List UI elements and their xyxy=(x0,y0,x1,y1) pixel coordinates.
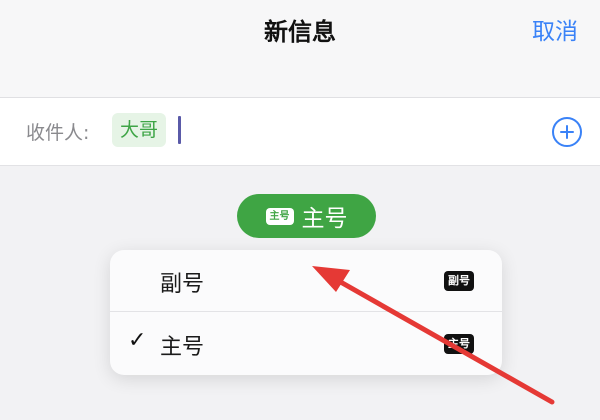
line-selected-label: 主号 xyxy=(301,206,348,232)
menu-item-secondary-line[interactable]: 副号 副号 xyxy=(110,250,502,312)
cancel-button[interactable]: 取消 xyxy=(532,12,578,46)
menu-item-badge: 主号 xyxy=(444,334,474,354)
menu-item-primary-line[interactable]: ✓ 主号 主号 xyxy=(110,313,502,375)
menu-item-badge: 副号 xyxy=(444,271,474,291)
line-selector-pill[interactable]: 主号 主号 xyxy=(237,194,376,238)
recipient-label: 收件人: xyxy=(26,122,90,144)
page-title: 新信息 xyxy=(264,18,336,46)
new-message-screen: 新信息 取消 收件人: 大哥 主号 主号 副号 副号 ✓ 主号 主号 xyxy=(0,0,600,420)
recipient-row: 收件人: 大哥 xyxy=(0,98,600,166)
menu-item-label: 副号 xyxy=(160,272,205,297)
line-dropdown-menu: 副号 副号 ✓ 主号 主号 xyxy=(110,250,502,375)
menu-item-label: 主号 xyxy=(160,335,205,360)
plus-circle-icon[interactable] xyxy=(552,117,582,147)
text-caret xyxy=(178,116,181,144)
recipient-chip[interactable]: 大哥 xyxy=(112,113,167,147)
line-badge: 主号 xyxy=(265,207,294,225)
nav-header: 新信息 取消 xyxy=(0,0,600,98)
checkmark-icon: ✓ xyxy=(128,328,147,353)
